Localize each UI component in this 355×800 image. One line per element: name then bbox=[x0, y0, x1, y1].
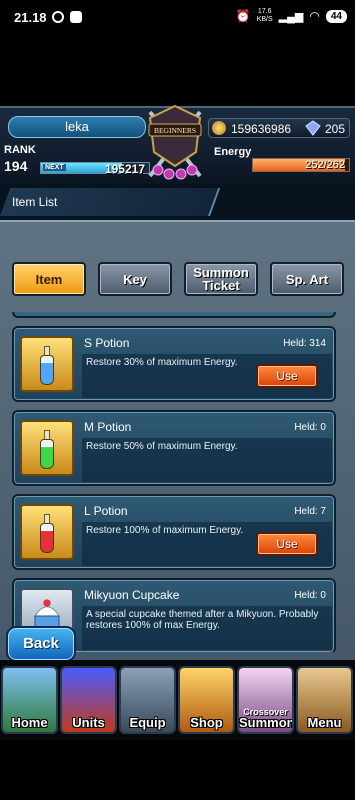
back-button[interactable]: Back bbox=[6, 626, 76, 662]
potion-icon bbox=[20, 420, 74, 476]
nav-units[interactable]: Units bbox=[60, 666, 117, 734]
item-description: A special cupcake themed after a Mikyuon… bbox=[86, 609, 319, 631]
nav-menu[interactable]: Menu bbox=[296, 666, 353, 734]
category-tabs: Item Key Summon Ticket Sp. Art bbox=[12, 262, 347, 296]
item-row[interactable]: L Potion Held: 7 Restore 100% of maximum E… bbox=[12, 494, 336, 570]
bottom-nav: Home Units Equip Shop Crossover Summon Menu bbox=[0, 660, 355, 740]
next-exp-value: 195217 bbox=[104, 162, 145, 176]
item-description: Restore 100% of maximum Energy. bbox=[86, 525, 244, 536]
gem-icon bbox=[305, 120, 321, 136]
svg-text:BEGINNERS: BEGINNERS bbox=[154, 126, 196, 135]
alarm-icon: ⏰ bbox=[235, 9, 251, 23]
item-held-count: Held: 0 bbox=[294, 422, 326, 433]
section-title-bar: Item List bbox=[0, 184, 355, 220]
tab-item[interactable]: Item bbox=[12, 262, 86, 296]
tab-summon-ticket[interactable]: Summon Ticket bbox=[184, 262, 258, 296]
energy-label: Energy bbox=[214, 146, 252, 158]
energy-bar: 252/262 bbox=[252, 158, 350, 172]
exp-bar: NEXT 195217 bbox=[40, 162, 150, 176]
signal-icon: ▂▄▆ bbox=[278, 10, 304, 23]
tab-sp-art[interactable]: Sp. Art bbox=[270, 262, 344, 296]
nav-equip[interactable]: Equip bbox=[119, 666, 176, 734]
rank-label: RANK bbox=[4, 144, 36, 156]
potion-icon bbox=[20, 504, 74, 560]
gold-amount: 159636986 bbox=[231, 122, 292, 136]
nav-home[interactable]: Home bbox=[1, 666, 58, 734]
wifi-icon: ◠ bbox=[309, 9, 320, 23]
tab-key[interactable]: Key bbox=[98, 262, 172, 296]
status-time: 21.18 bbox=[14, 10, 47, 25]
youtube-icon bbox=[70, 11, 82, 23]
gem-amount: 205 bbox=[324, 122, 345, 136]
item-row[interactable]: M Potion Held: 0 Restore 50% of maximum En… bbox=[12, 410, 336, 486]
energy-value: 252/262 bbox=[305, 159, 345, 171]
player-header: leka RANK 194 NEXT 195217 BEGINNERS 1596… bbox=[0, 104, 355, 184]
item-row[interactable]: S Potion Held: 314 Restore 30% of maximum … bbox=[12, 326, 336, 402]
item-description: Restore 50% of maximum Energy. bbox=[86, 441, 238, 452]
item-held-count: Held: 7 bbox=[294, 506, 326, 517]
nav-label: Shop bbox=[190, 715, 223, 730]
item-held-count: Held: 0 bbox=[294, 590, 326, 601]
nav-label: Equip bbox=[129, 715, 166, 730]
use-button[interactable]: Use bbox=[256, 532, 318, 556]
nav-shop[interactable]: Shop bbox=[178, 666, 235, 734]
battery-indicator: 44 bbox=[325, 9, 347, 23]
potion-icon bbox=[20, 336, 74, 392]
item-name: Mikyuon Cupcake bbox=[84, 588, 180, 602]
player-name[interactable]: leka bbox=[8, 116, 146, 138]
next-label: NEXT bbox=[43, 164, 66, 171]
item-list[interactable]: S Potion Held: 314 Restore 30% of maximum … bbox=[12, 312, 336, 652]
item-name: M Potion bbox=[84, 420, 132, 434]
page-title: Item List bbox=[12, 195, 58, 209]
nav-label: Units bbox=[72, 715, 105, 730]
item-name: L Potion bbox=[84, 504, 128, 518]
currency-box: 159636986 205 bbox=[208, 118, 350, 138]
nav-label: Home bbox=[11, 715, 48, 730]
use-button[interactable]: Use bbox=[256, 364, 318, 388]
item-held-count: Held: 314 bbox=[283, 338, 326, 349]
rank-value: 194 bbox=[4, 158, 28, 174]
gold-coin-icon bbox=[212, 121, 226, 135]
network-speed: 17.6 KB/S bbox=[256, 8, 273, 23]
item-list-panel: Item Key Summon Ticket Sp. Art S Potion H… bbox=[0, 220, 355, 662]
item-description: Restore 30% of maximum Energy. bbox=[86, 357, 238, 368]
nav-summon[interactable]: Crossover Summon bbox=[237, 666, 294, 734]
item-name: S Potion bbox=[84, 336, 130, 350]
beginners-emblem-icon[interactable]: BEGINNERS bbox=[140, 102, 210, 186]
nav-label: Summon bbox=[239, 715, 294, 730]
status-bar: 21.18 ⏰ 17.6 KB/S ▂▄▆ ◠ 44 bbox=[0, 0, 355, 36]
nav-label: Menu bbox=[307, 715, 342, 730]
sync-icon bbox=[52, 11, 64, 23]
